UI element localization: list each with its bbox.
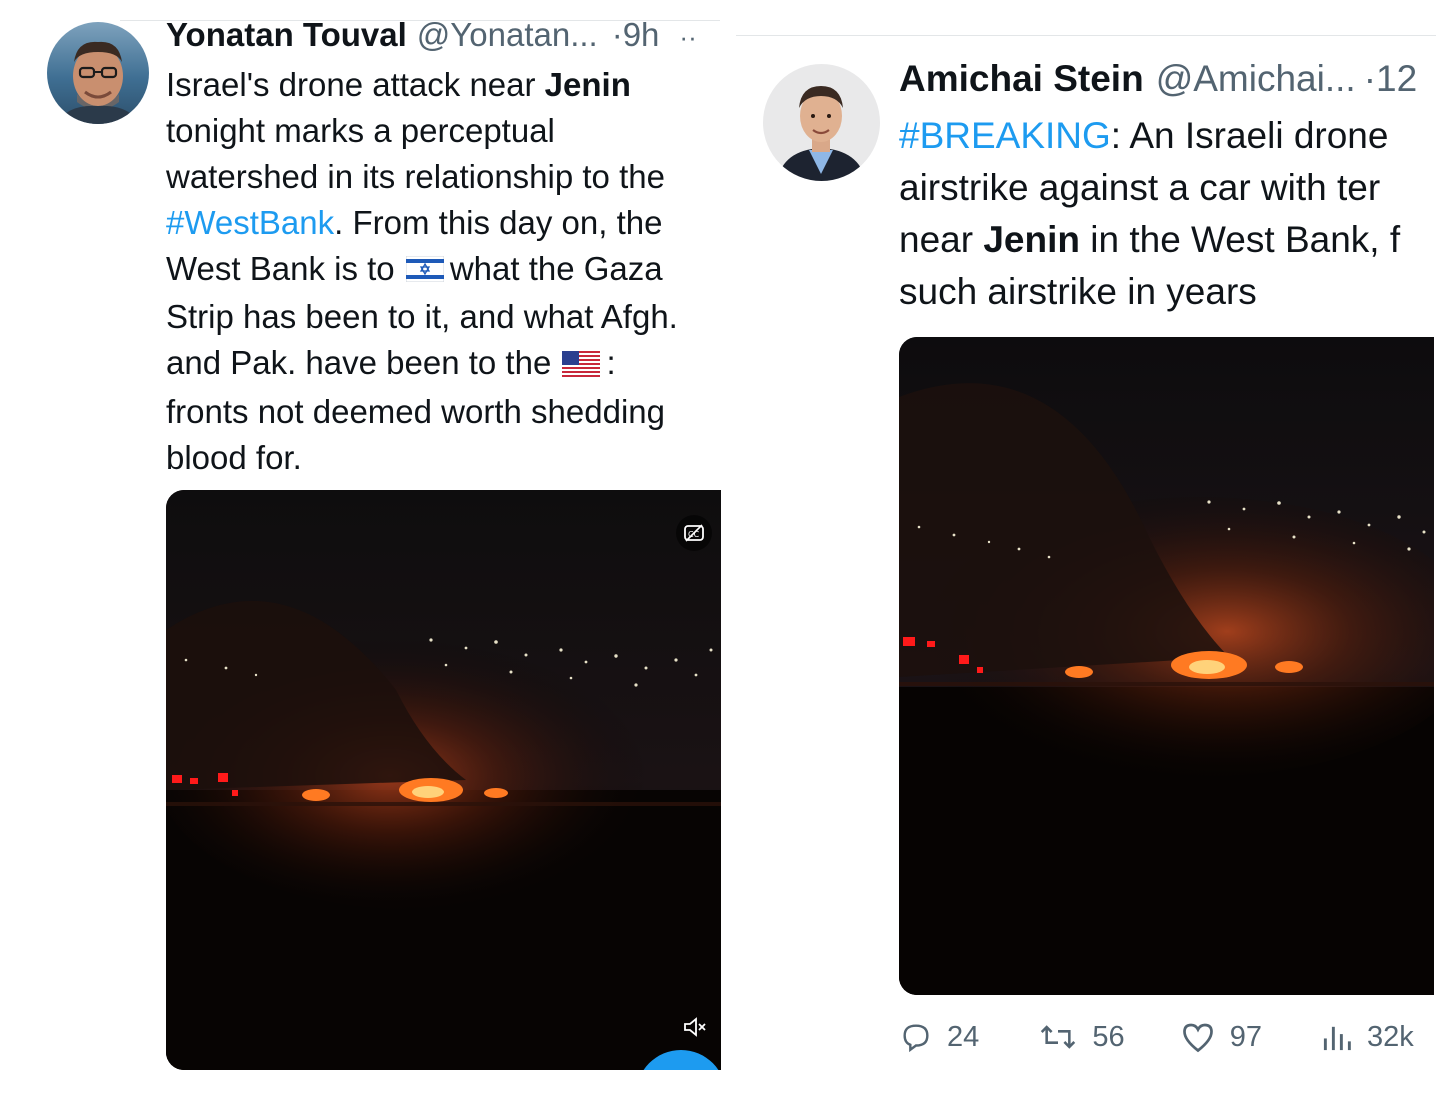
text-segment: tonight marks a perceptual <box>166 112 555 149</box>
reply-button[interactable]: 24 <box>899 1020 1038 1054</box>
tweet-text-line: airstrike against a car with ter <box>899 162 1434 214</box>
tweet-text-line: fronts not deemed worth shedding <box>166 389 726 435</box>
retweet-icon <box>1041 1025 1076 1049</box>
author-handle[interactable]: @Amichai... <box>1156 58 1356 100</box>
tweet-time[interactable]: ·9h <box>612 16 660 54</box>
hashtag-link[interactable]: #BREAKING <box>899 115 1111 156</box>
tweet-text-line: tonight marks a perceptual <box>166 108 726 154</box>
us-flag-icon <box>562 343 601 389</box>
tweet-time[interactable]: ·12 <box>1364 58 1417 100</box>
tweet-text-line: such airstrike in years <box>899 266 1434 318</box>
tweet-text-line: #WestBank. From this day on, the <box>166 200 726 246</box>
author-name[interactable]: Amichai Stein <box>899 58 1144 100</box>
tweet-video-right[interactable] <box>899 337 1434 995</box>
author-avatar-right[interactable] <box>763 64 880 181</box>
reply-count: 24 <box>947 1020 980 1053</box>
author-avatar-left[interactable] <box>47 22 149 124</box>
views-chart-icon <box>1323 1026 1351 1051</box>
tweet-text-line: near Jenin in the West Bank, f <box>899 214 1434 266</box>
tweet-text-line: and Pak. have been to the : <box>166 340 726 388</box>
tweet-text-line: Strip has been to it, and what Afgh. <box>166 294 726 340</box>
mute-icon[interactable] <box>678 1010 712 1044</box>
heart-icon <box>1182 1023 1213 1053</box>
text-segment: : <box>606 344 616 382</box>
tweet-actions-right: 24 56 97 32k <box>899 1015 1434 1059</box>
text-segment: : An Israeli drone <box>1110 115 1389 156</box>
text-segment: West Bank is to <box>166 250 404 287</box>
hashtag-link[interactable]: #WestBank <box>166 204 334 241</box>
bold-keyword: Jenin <box>544 66 631 103</box>
tweet-text-line: Israel's drone attack near Jenin <box>166 62 726 108</box>
tweet-header-left: Yonatan Touval @Yonatan... ·9h ·· <box>166 16 726 58</box>
more-options-icon[interactable]: ·· <box>679 22 696 53</box>
like-count: 97 <box>1229 1020 1262 1053</box>
tweet-text-right: #BREAKING: An Israeli drone airstrike aga… <box>899 110 1434 318</box>
tweet-header-right: Amichai Stein @Amichai... ·12 <box>899 58 1434 104</box>
text-segment: such airstrike in years <box>899 271 1257 312</box>
reply-icon <box>903 1024 929 1053</box>
retweet-button[interactable]: 56 <box>1038 1020 1179 1054</box>
views-button[interactable]: 32k <box>1321 1021 1434 1054</box>
like-button[interactable]: 97 <box>1180 1020 1321 1054</box>
text-segment: what the Gaza <box>449 250 663 287</box>
israel-flag-icon <box>405 248 444 294</box>
tweet-text-line: #BREAKING: An Israeli drone <box>899 110 1434 162</box>
text-segment: blood for. <box>166 438 302 476</box>
text-segment: and Pak. have been to the <box>166 344 561 382</box>
tweet-text-line: West Bank is to what the Gaza <box>166 246 726 294</box>
author-name[interactable]: Yonatan Touval <box>166 16 407 54</box>
text-segment: near <box>899 219 984 260</box>
author-handle[interactable]: @Yonatan... <box>417 16 598 54</box>
tweet-text-line: blood for. <box>166 435 726 481</box>
text-segment: Strip has been to it, and what Afgh. <box>166 298 678 336</box>
tweet-text-line: watershed in its relationship to the <box>166 154 726 200</box>
text-segment: airstrike against a car with ter <box>899 167 1381 208</box>
views-count: 32k <box>1366 1020 1414 1053</box>
text-segment: fronts not deemed worth shedding <box>166 392 665 430</box>
tweet-video-left[interactable]: CC <box>166 490 721 1070</box>
captions-icon[interactable]: CC <box>676 515 712 551</box>
text-segment: in the West Bank, f <box>1079 219 1401 260</box>
bold-keyword: Jenin <box>983 219 1080 260</box>
text-segment: Israel's drone attack near <box>166 66 545 103</box>
text-segment: watershed in its relationship to the <box>166 158 665 195</box>
tweet-text-left: Israel's drone attack near Jenin tonight … <box>166 62 726 481</box>
retweet-count: 56 <box>1092 1020 1125 1053</box>
text-segment: . From this day on, the <box>334 204 663 241</box>
right-top-divider <box>736 35 1436 36</box>
